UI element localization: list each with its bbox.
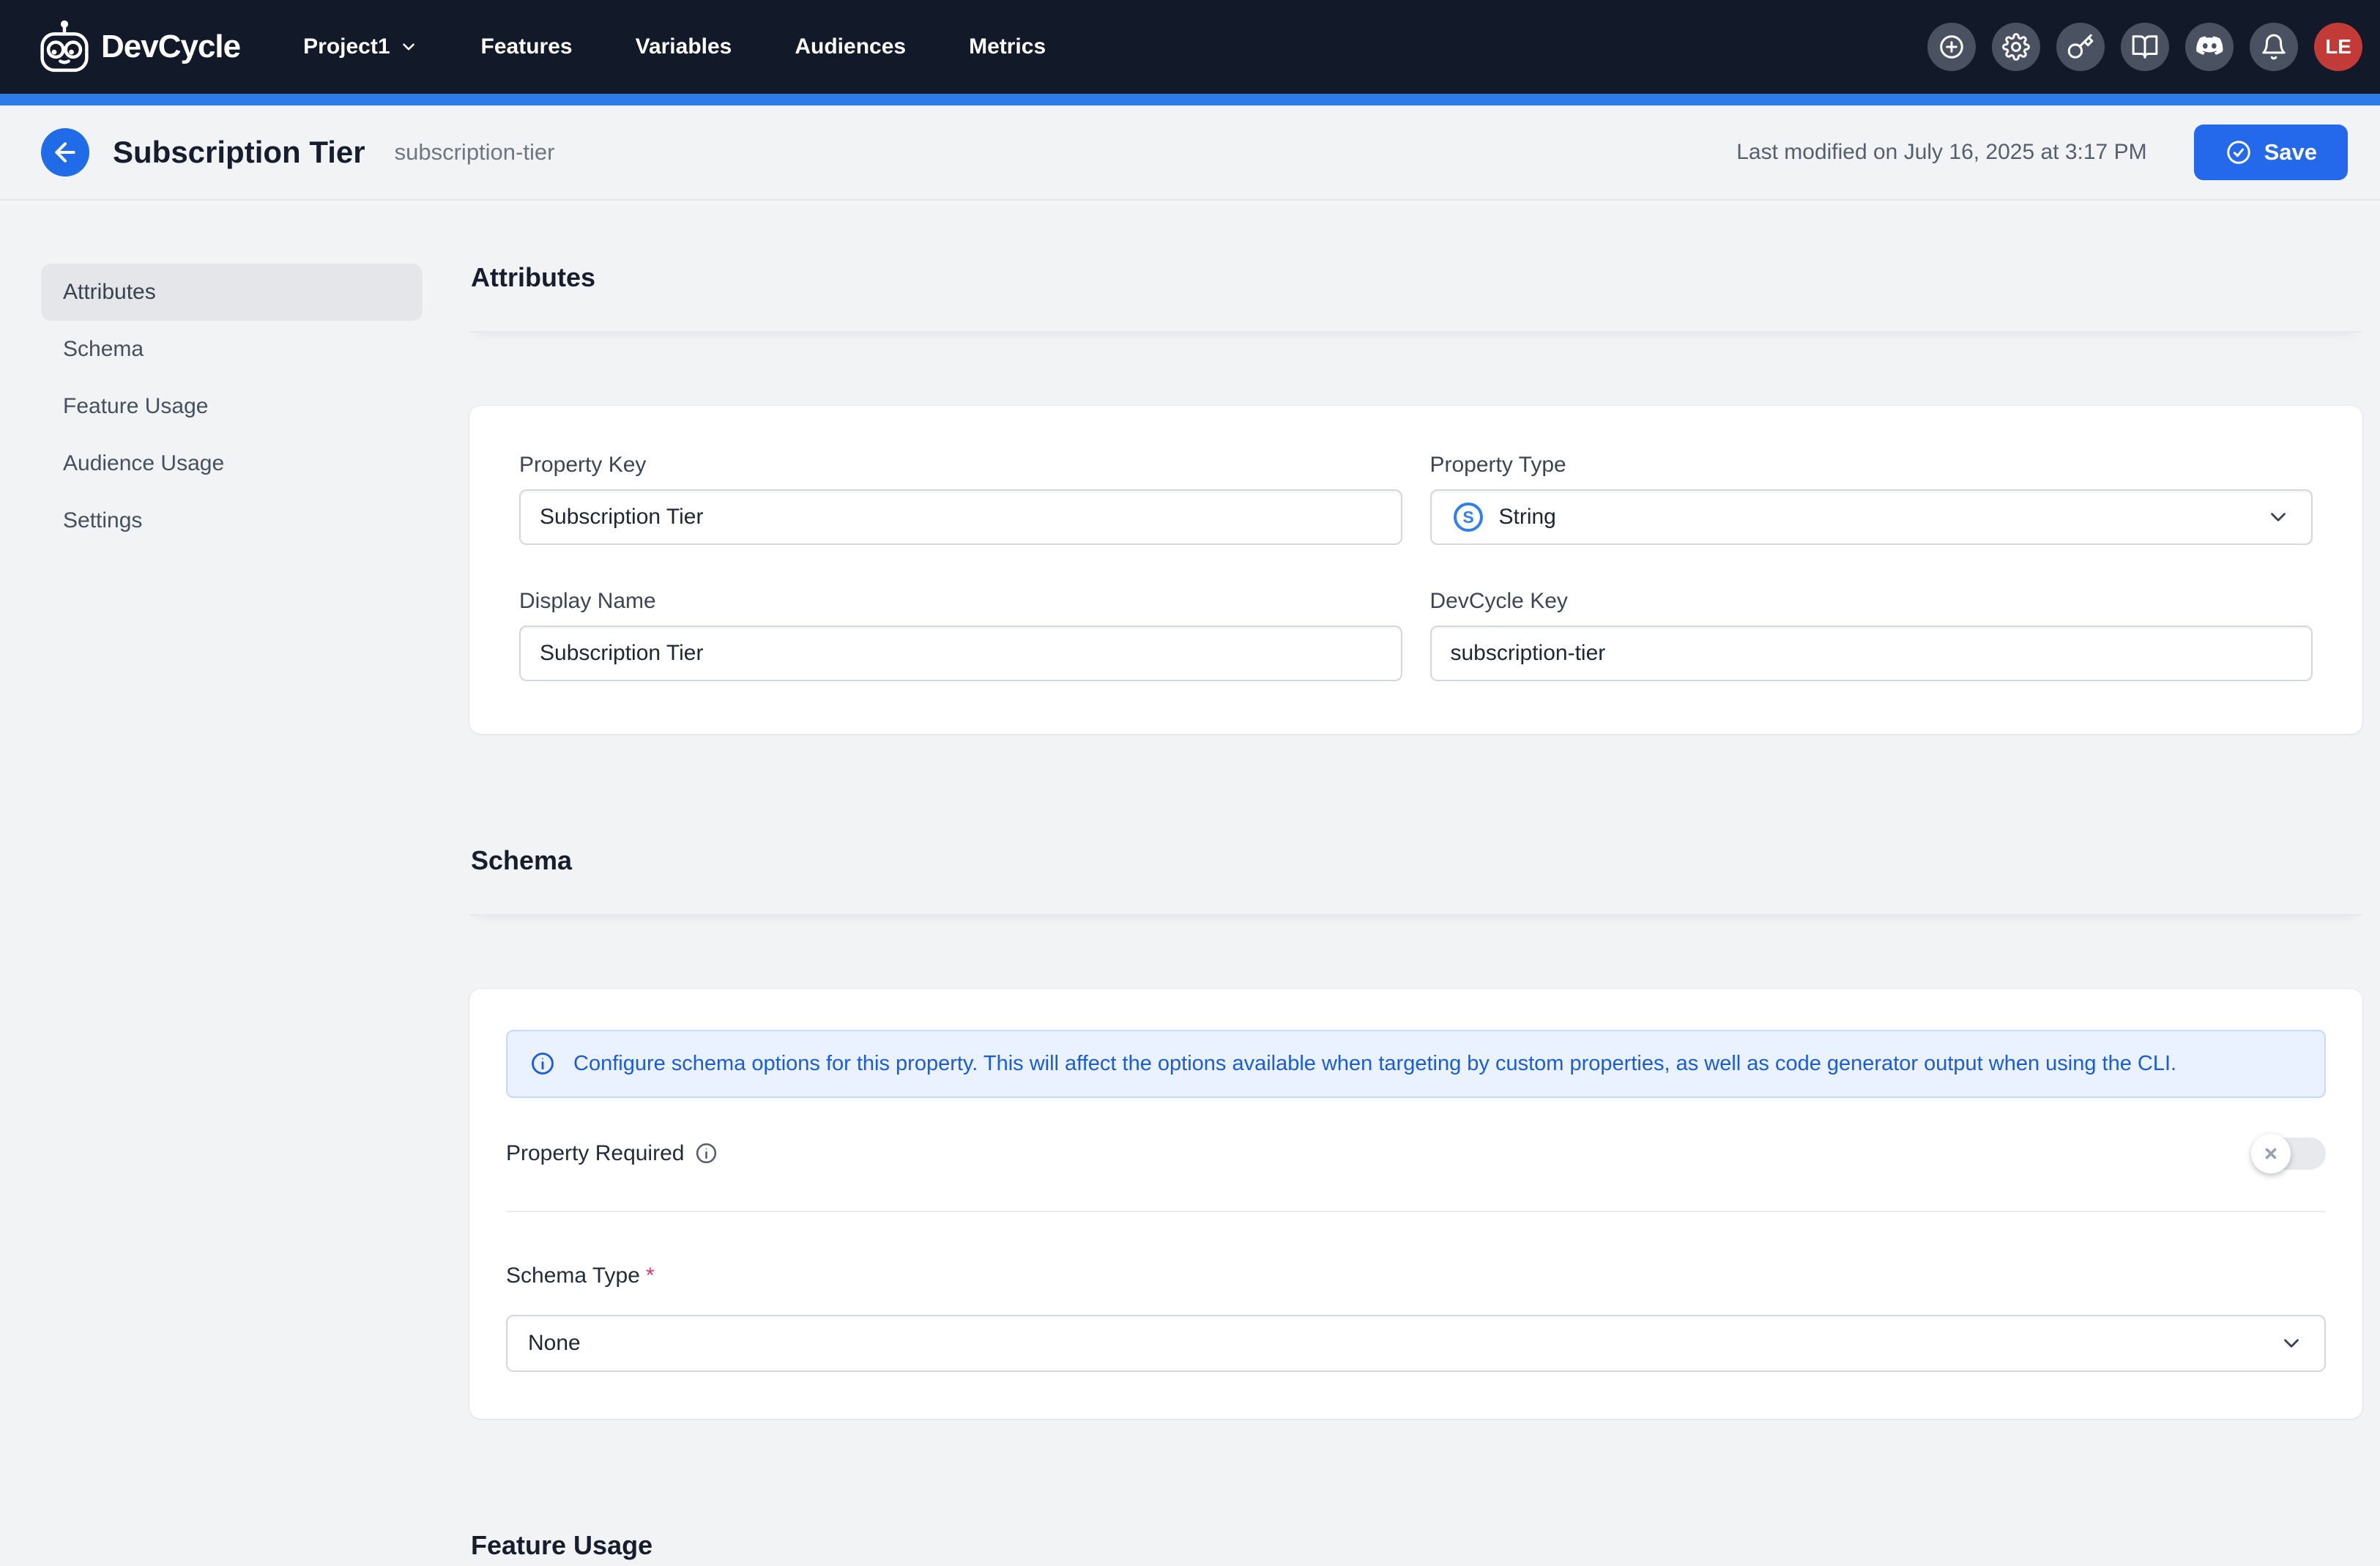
required-marker: *: [646, 1263, 655, 1288]
header-actions: Last modified on July 16, 2025 at 3:17 P…: [1736, 125, 2348, 180]
key-icon: [2067, 33, 2094, 61]
save-button-label: Save: [2264, 139, 2317, 166]
attributes-section-header: Attributes: [469, 201, 2362, 333]
schema-heading: Schema: [471, 845, 2362, 876]
bell-icon: [2260, 33, 2288, 61]
display-name-field-group: Display Name: [519, 589, 1402, 681]
project-name: Project1: [303, 34, 390, 59]
page-key: subscription-tier: [395, 139, 555, 166]
divider: [506, 1211, 2326, 1212]
property-type-value: String: [1499, 505, 1556, 530]
nav-menu: Project1 Features Variables Audiences Me…: [303, 34, 1046, 59]
attributes-card: Property Key Property Type S String: [469, 406, 2362, 734]
display-name-input[interactable]: [519, 626, 1402, 681]
api-keys-button[interactable]: [2056, 23, 2105, 71]
property-type-label: Property Type: [1430, 453, 2313, 478]
devcycle-key-input[interactable]: [1430, 626, 2313, 681]
display-name-label: Display Name: [519, 589, 1402, 614]
property-required-toggle[interactable]: [2254, 1138, 2326, 1170]
info-circle-icon: [529, 1050, 556, 1077]
book-icon: [2131, 33, 2159, 61]
content-area: Attributes Schema Feature Usage Audience…: [0, 201, 2380, 1566]
devcycle-app: DevCycle Project1 Features Variables Aud…: [0, 0, 2380, 1566]
sidebar-item-feature-usage[interactable]: Feature Usage: [41, 378, 423, 435]
sidebar-item-attributes[interactable]: Attributes: [41, 264, 423, 321]
schema-banner-text: Configure schema options for this proper…: [573, 1049, 2176, 1079]
nav-item-features[interactable]: Features: [481, 34, 573, 59]
back-button[interactable]: [41, 128, 89, 177]
sidebar-item-schema[interactable]: Schema: [41, 321, 423, 378]
notifications-button[interactable]: [2250, 23, 2298, 71]
nav-item-metrics[interactable]: Metrics: [969, 34, 1046, 59]
x-icon: [2263, 1146, 2279, 1162]
arrow-left-icon: [51, 138, 80, 167]
brand-home-link[interactable]: DevCycle: [38, 18, 240, 75]
info-circle-icon: [694, 1141, 718, 1165]
property-type-select[interactable]: S String: [1430, 489, 2313, 545]
svg-text:S: S: [1462, 508, 1473, 527]
devcycle-logo-icon: [38, 18, 91, 75]
property-key-input[interactable]: [519, 489, 1402, 545]
property-key-label: Property Key: [519, 453, 1402, 478]
top-navbar: DevCycle Project1 Features Variables Aud…: [0, 0, 2380, 94]
page-header: Subscription Tier subscription-tier Last…: [0, 105, 2380, 201]
plus-circle-icon: [1938, 33, 1966, 61]
property-key-field-group: Property Key: [519, 453, 1402, 545]
schema-type-select[interactable]: None: [506, 1315, 2326, 1372]
schema-info-banner: Configure schema options for this proper…: [506, 1030, 2326, 1098]
gear-icon: [2002, 33, 2030, 61]
check-circle-icon: [2225, 138, 2253, 166]
save-button[interactable]: Save: [2194, 125, 2348, 180]
page-title: Subscription Tier: [113, 135, 365, 170]
schema-type-label: Schema Type: [506, 1263, 640, 1288]
schema-type-label-group: Schema Type *: [506, 1263, 2326, 1288]
chevron-down-icon: [399, 37, 418, 56]
feature-usage-heading: Feature Usage: [471, 1530, 2362, 1561]
feature-usage-section-header: Feature Usage: [469, 1463, 2362, 1566]
schema-section-header: Schema: [469, 778, 2362, 916]
discord-icon: [2195, 33, 2223, 61]
nav-actions: LE: [1927, 23, 2362, 71]
main-panel: Attributes Property Key Property Type S: [469, 201, 2362, 1566]
nav-item-audiences[interactable]: Audiences: [795, 34, 906, 59]
docs-button[interactable]: [2121, 23, 2169, 71]
settings-button[interactable]: [1992, 23, 2040, 71]
chevron-down-icon: [2279, 1331, 2304, 1356]
user-avatar[interactable]: LE: [2314, 23, 2362, 71]
property-type-field-group: Property Type S String: [1430, 453, 2313, 545]
property-required-label: Property Required: [506, 1141, 684, 1166]
discord-button[interactable]: [2185, 23, 2234, 71]
attributes-heading: Attributes: [471, 262, 2362, 293]
property-required-row: Property Required: [506, 1138, 2326, 1170]
property-required-label-group: Property Required: [506, 1141, 718, 1166]
nav-item-variables[interactable]: Variables: [636, 34, 732, 59]
chevron-down-icon: [2266, 505, 2291, 530]
brand-name: DevCycle: [101, 29, 240, 65]
schema-card: Configure schema options for this proper…: [469, 989, 2362, 1419]
toggle-knob: [2251, 1134, 2291, 1173]
project-switcher[interactable]: Project1: [303, 34, 417, 59]
schema-type-value: None: [528, 1331, 581, 1356]
string-type-icon: S: [1452, 501, 1484, 533]
create-button[interactable]: [1927, 23, 1976, 71]
sidebar-item-audience-usage[interactable]: Audience Usage: [41, 435, 423, 492]
devcycle-key-label: DevCycle Key: [1430, 589, 2313, 614]
section-sidebar: Attributes Schema Feature Usage Audience…: [0, 201, 423, 549]
sidebar-item-settings[interactable]: Settings: [41, 492, 423, 549]
accent-bar: [0, 94, 2380, 105]
devcycle-key-field-group: DevCycle Key: [1430, 589, 2313, 681]
last-modified-text: Last modified on July 16, 2025 at 3:17 P…: [1736, 140, 2146, 165]
